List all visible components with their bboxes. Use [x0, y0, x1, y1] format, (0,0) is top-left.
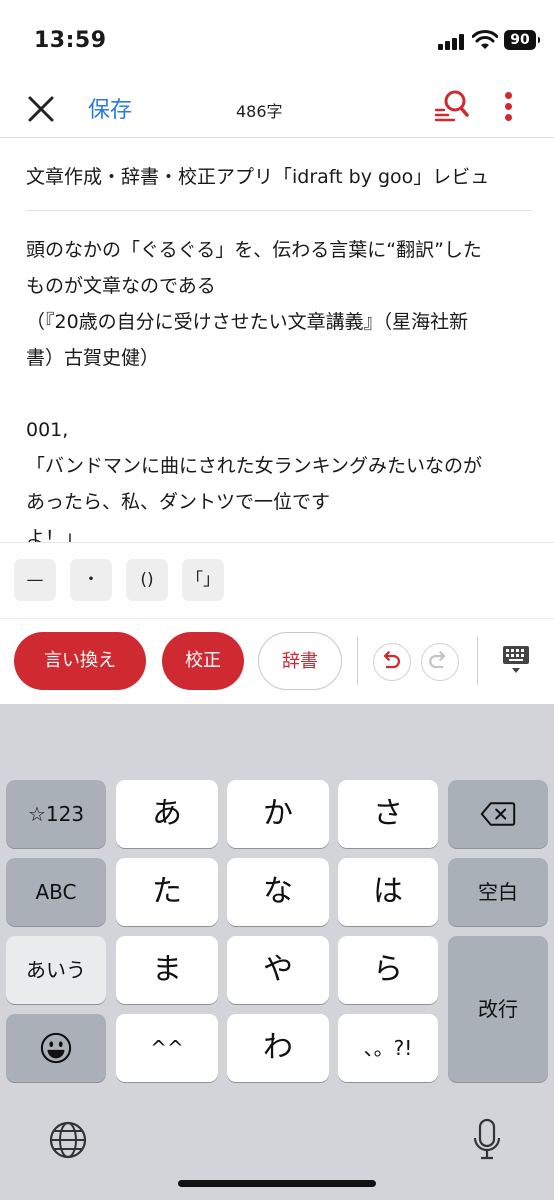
cellular-signal-icon: [438, 34, 466, 50]
redo-button[interactable]: [421, 643, 459, 681]
battery-indicator: 90: [504, 30, 540, 50]
body-line: よ！」: [26, 527, 84, 542]
abc-mode-key[interactable]: ABC: [6, 858, 106, 926]
action-toolbar: 言い換え 校正 辞書: [0, 618, 554, 704]
save-button[interactable]: 保存: [88, 92, 132, 124]
space-key[interactable]: 空白: [448, 858, 548, 926]
body-line: 頭のなかの「ぐるぐる」を、伝わる言葉に“翻訳”した: [26, 239, 482, 261]
japanese-keyboard: ☆123 あ か さ ABC た な は 空白 あいう ま や ら 改行 ^^ …: [0, 704, 554, 1200]
text-editor[interactable]: 文章作成・辞書・校正アプリ「idraft by goo」レビュ 頭のなかの「ぐる…: [0, 140, 554, 542]
body-line: あったら、私、ダントツで一位です: [26, 491, 331, 513]
body-line: [26, 376, 538, 412]
search-proofread-icon[interactable]: [434, 88, 470, 124]
globe-icon[interactable]: [48, 1120, 88, 1160]
kana-key-na[interactable]: な: [227, 858, 329, 926]
toolbar-divider: [477, 637, 478, 685]
symbol-dot-button[interactable]: ・: [70, 559, 112, 601]
undo-button[interactable]: [373, 643, 411, 681]
kana-key-ha[interactable]: は: [338, 858, 438, 926]
more-vertical-icon[interactable]: [500, 90, 516, 124]
document-body[interactable]: 頭のなかの「ぐるぐる」を、伝わる言葉に“翻訳”した ものが文章なのである （『2…: [26, 232, 538, 542]
symbol-dash-button[interactable]: —: [14, 559, 56, 601]
kana-mode-key[interactable]: あいう: [6, 936, 106, 1004]
body-line: 001,: [26, 419, 69, 441]
proofread-button[interactable]: 校正: [162, 632, 244, 690]
symbol-parens-button[interactable]: (): [126, 559, 168, 601]
kaomoji-key[interactable]: ^^: [116, 1014, 218, 1082]
backspace-icon: [480, 802, 516, 826]
body-line: （『20歳の自分に受けさせたい文章講義』（星海社新: [26, 311, 469, 333]
emoji-key[interactable]: [6, 1014, 106, 1082]
home-indicator: [178, 1180, 376, 1187]
return-key[interactable]: 改行: [448, 936, 548, 1082]
kana-key-wa[interactable]: わ: [227, 1014, 329, 1082]
body-line: 書）古賀史健）: [26, 347, 160, 369]
status-bar: 13:59 90: [0, 0, 554, 80]
dictionary-button[interactable]: 辞書: [258, 632, 342, 690]
delete-key[interactable]: [448, 780, 548, 848]
undo-icon: [383, 651, 400, 669]
character-count: 486字: [236, 102, 283, 121]
kana-key-ma[interactable]: ま: [116, 936, 218, 1004]
title-divider: [26, 210, 532, 211]
kana-key-ka[interactable]: か: [227, 780, 329, 848]
status-time: 13:59: [34, 28, 107, 53]
numbers-mode-key[interactable]: ☆123: [6, 780, 106, 848]
kana-key-ra[interactable]: ら: [338, 936, 438, 1004]
editor-header: 保存 486字: [0, 80, 554, 138]
punctuation-key[interactable]: 、。?!: [338, 1014, 438, 1082]
toolbar-divider: [357, 637, 358, 685]
body-line: 「バンドマンに曲にされた女ランキングみたいなのが: [26, 455, 483, 477]
rephrase-button[interactable]: 言い換え: [14, 632, 146, 690]
kana-key-ta[interactable]: た: [116, 858, 218, 926]
kana-key-sa[interactable]: さ: [338, 780, 438, 848]
symbol-brackets-button[interactable]: 「」: [182, 559, 224, 601]
symbol-bar: — ・ () 「」: [0, 542, 554, 618]
wifi-icon: [472, 30, 498, 49]
kana-key-ya[interactable]: や: [227, 936, 329, 1004]
redo-icon: [429, 651, 446, 669]
document-title[interactable]: 文章作成・辞書・校正アプリ「idraft by goo」レビュ: [26, 162, 532, 189]
microphone-icon[interactable]: [472, 1118, 502, 1162]
emoji-icon: [40, 1032, 72, 1064]
close-icon[interactable]: [26, 94, 56, 124]
body-line: ものが文章なのである: [26, 275, 216, 297]
kana-key-a[interactable]: あ: [116, 780, 218, 848]
keyboard-hide-icon[interactable]: [502, 645, 530, 675]
